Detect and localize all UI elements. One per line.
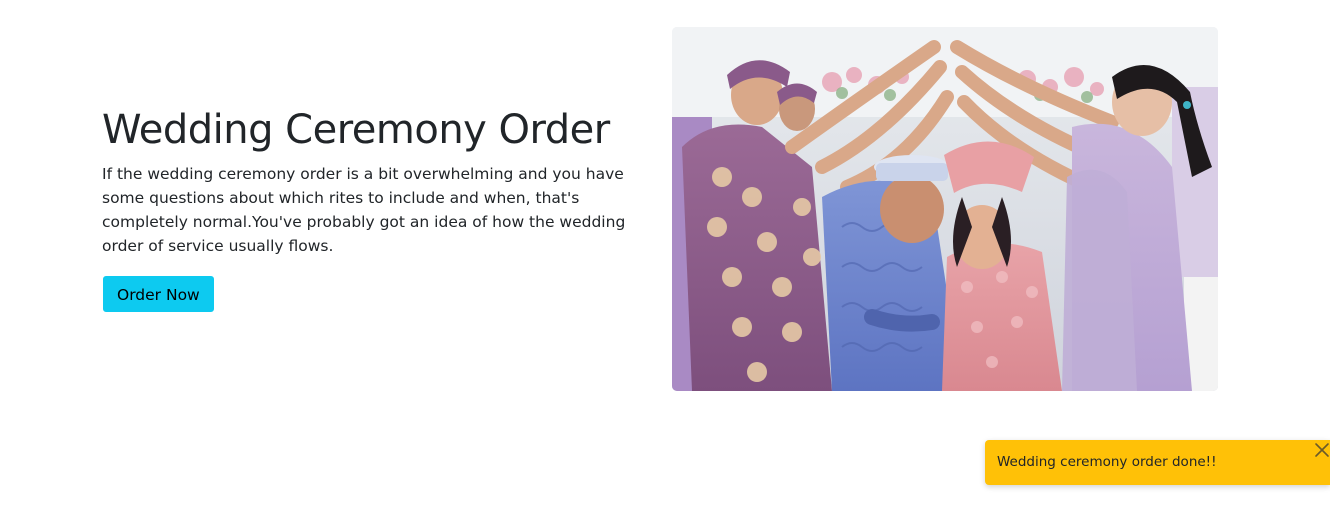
wedding-photo [672,27,1218,391]
toast-notification: Wedding ceremony order done!! [985,440,1330,485]
page-title: Wedding Ceremony Order [102,107,610,153]
hero-description: If the wedding ceremony order is a bit o… [102,165,626,255]
order-now-button[interactable]: Order Now [103,276,214,312]
hero-section: Wedding Ceremony Order If the wedding ce… [102,104,652,312]
page: Wedding Ceremony Order If the wedding ce… [0,0,1330,517]
toast-message: Wedding ceremony order done!! [997,454,1217,470]
close-icon[interactable] [1314,442,1330,458]
